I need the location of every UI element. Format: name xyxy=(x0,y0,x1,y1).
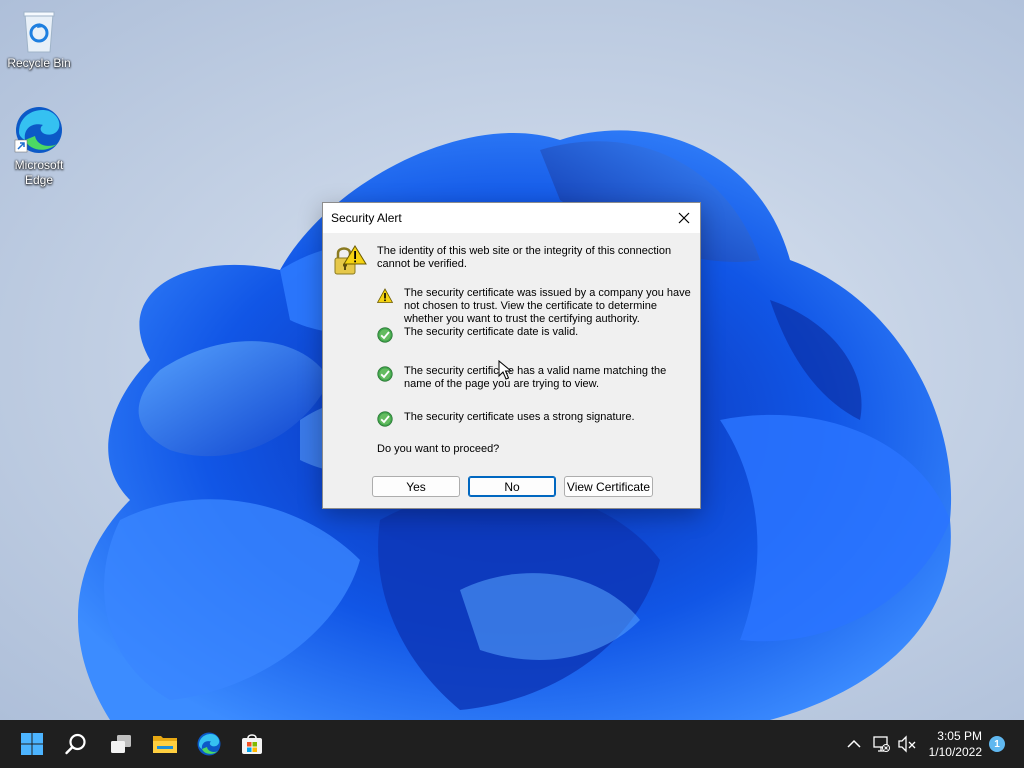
file-explorer-icon xyxy=(153,736,177,753)
search-icon xyxy=(65,733,86,755)
desktop-icon-recycle-bin[interactable]: Recycle Bin xyxy=(1,8,77,71)
recycle-bin-icon xyxy=(23,11,55,53)
task-view-icon xyxy=(111,735,131,753)
start-icon xyxy=(21,733,43,755)
view-certificate-button[interactable]: View Certificate xyxy=(564,476,653,497)
recycle-bin-label: Recycle Bin xyxy=(7,56,71,70)
cert-signature-strong-text: The security certificate uses a strong s… xyxy=(404,411,635,423)
store-icon xyxy=(242,734,262,754)
edge-taskbar-button[interactable] xyxy=(191,726,227,762)
dialog-titlebar[interactable]: Security Alert xyxy=(323,203,700,233)
start-button[interactable] xyxy=(14,726,50,762)
show-hidden-icons-button[interactable] xyxy=(844,736,864,752)
cert-trust-warning-text: The security certificate was issued by a… xyxy=(404,287,691,325)
volume-button[interactable] xyxy=(896,734,918,754)
cert-date-valid-text: The security certificate date is valid. xyxy=(404,326,579,338)
close-icon xyxy=(678,212,690,224)
dialog-title: Security Alert xyxy=(331,211,402,225)
store-button[interactable] xyxy=(234,726,270,762)
volume-muted-icon xyxy=(898,735,916,753)
cert-name-valid-text: The security certificate has a valid nam… xyxy=(404,365,667,390)
network-icon xyxy=(873,736,890,752)
dialog-intro-text: The identity of this web site or the int… xyxy=(377,245,672,270)
security-lock-warning-icon xyxy=(334,245,367,275)
chevron-up-icon xyxy=(847,739,861,748)
check-icon xyxy=(377,411,393,427)
close-button[interactable] xyxy=(668,203,700,233)
desktop: Recycle Bin Microsoft Edge Security Aler… xyxy=(0,0,1024,720)
task-view-button[interactable] xyxy=(103,726,139,762)
security-alert-dialog: Security Alert The identity of this web … xyxy=(322,202,701,509)
edge-icon xyxy=(197,732,221,756)
clock[interactable]: 3:05 PM 1/10/2022 xyxy=(929,728,982,760)
network-button[interactable] xyxy=(871,734,891,754)
check-icon xyxy=(377,327,393,343)
proceed-question: Do you want to proceed? xyxy=(377,443,500,455)
edge-icon xyxy=(14,107,62,153)
notification-badge[interactable]: 1 xyxy=(989,736,1005,752)
desktop-icon-microsoft-edge[interactable]: Microsoft Edge xyxy=(1,104,77,188)
mouse-cursor-icon xyxy=(498,360,512,380)
no-button[interactable]: No xyxy=(468,476,556,497)
warning-icon xyxy=(377,288,393,303)
taskbar: 3:05 PM 1/10/2022 1 xyxy=(0,720,1024,768)
file-explorer-button[interactable] xyxy=(147,726,183,762)
microsoft-edge-label: Microsoft Edge xyxy=(14,158,64,187)
clock-date: 1/10/2022 xyxy=(928,745,982,759)
check-icon xyxy=(377,366,393,382)
search-button[interactable] xyxy=(58,726,94,762)
yes-button[interactable]: Yes xyxy=(372,476,460,497)
clock-time: 3:05 PM xyxy=(937,729,982,743)
